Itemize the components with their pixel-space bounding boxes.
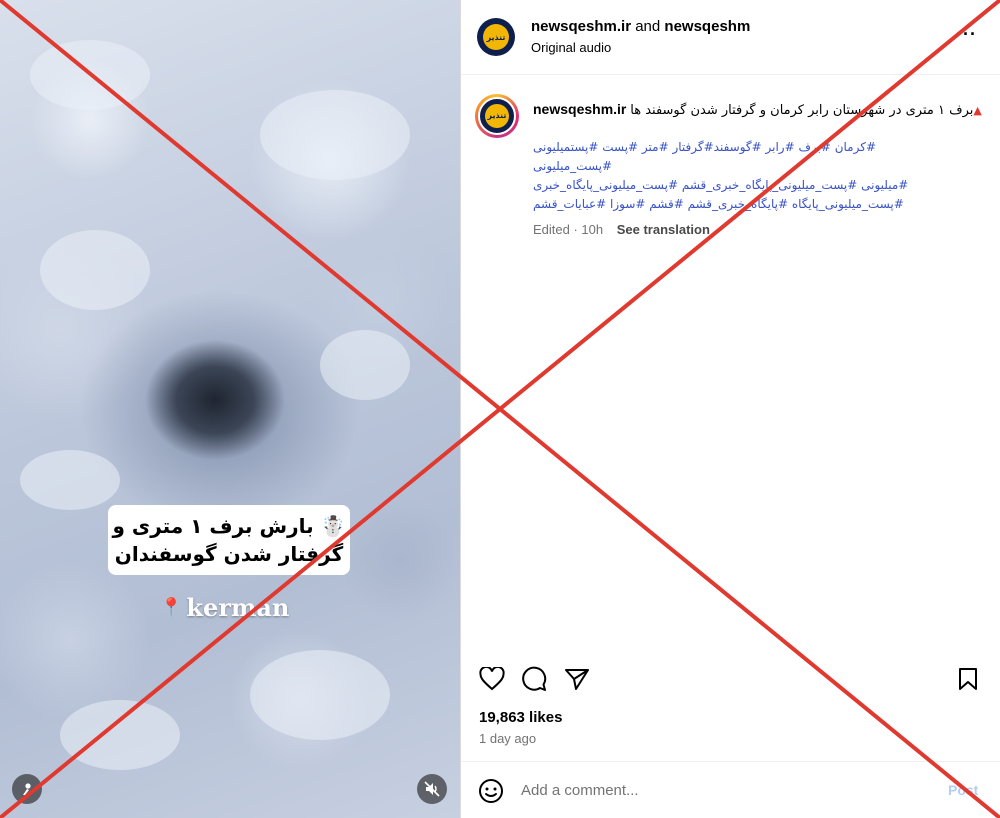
action-bar xyxy=(461,660,1000,700)
avatar-logo-text: تنذیر xyxy=(487,111,507,121)
speaker-muted-icon xyxy=(424,781,440,797)
hashtag-line[interactable]: #کرمان #برف #رابر #گوسفند#گرفتار #متر #پ… xyxy=(533,138,933,176)
caption-block: newsqeshm.ir ▲برف ۱ متری در شهرستان رابر… xyxy=(533,100,982,237)
video-caption-line2: گرفتار شدن گوسفندان xyxy=(114,542,344,566)
comment-icon xyxy=(522,666,547,691)
location-pin-icon: 📍 xyxy=(160,596,183,618)
location-label: kerman xyxy=(186,592,290,622)
location-tag: 📍 kerman xyxy=(160,590,289,624)
person-icon xyxy=(23,783,31,795)
likes-count[interactable]: 19,863 likes xyxy=(479,709,562,726)
avatar-logo: تنذیر xyxy=(482,23,510,51)
hashtag-line[interactable]: #میلیونی #پست_میلیونی_پایگاه_خبری_قشم #پ… xyxy=(533,176,933,195)
avatar-logo-text: تنذیر xyxy=(486,32,506,42)
video-caption-card: ☃️ بارش برف ۱ متری و گرفتار شدن گوسفندان xyxy=(108,505,350,575)
snow-texture xyxy=(20,450,120,510)
like-button[interactable] xyxy=(477,664,507,694)
snow-texture xyxy=(60,700,180,770)
snow-texture xyxy=(320,330,410,400)
caption-text: ▲برف ۱ متری در شهرستان رابر کرمان و گرفت… xyxy=(630,103,982,118)
video-player[interactable]: ☃️ بارش برف ۱ متری و گرفتار شدن گوسفندان… xyxy=(0,0,460,818)
snow-texture xyxy=(260,90,410,180)
mute-toggle-button[interactable] xyxy=(417,774,447,804)
caption-avatar: تنذیر xyxy=(478,97,516,135)
original-audio-link[interactable]: Original audio xyxy=(531,40,611,55)
hashtag-line[interactable]: #پست_میلیونی_پایگاه #پایگاه_خبری_قشم #قش… xyxy=(533,195,933,214)
comment-bar: Post xyxy=(461,761,1000,818)
header-account2-link[interactable]: newsqeshm xyxy=(664,18,750,35)
bookmark-icon xyxy=(959,668,977,690)
snow-texture xyxy=(40,230,150,310)
triangle-marker-icon: ▲ xyxy=(973,104,982,117)
hashtag-list: #کرمان #برف #رابر #گوسفند#گرفتار #متر #پ… xyxy=(533,138,933,214)
avatar-logo: تنذیر xyxy=(485,104,509,128)
post-comment-button[interactable]: Post xyxy=(948,782,978,798)
caption-first-line: newsqeshm.ir ▲برف ۱ متری در شهرستان رابر… xyxy=(533,100,982,120)
caption-username-link[interactable]: newsqeshm.ir xyxy=(533,101,626,117)
post-header: تنذیر newsqeshm.ir and newsqeshm Origina… xyxy=(461,0,1000,75)
comment-button[interactable] xyxy=(519,664,549,694)
see-translation-link[interactable]: See translation xyxy=(617,222,710,237)
header-avatar[interactable]: تنذیر xyxy=(477,18,515,56)
header-joiner: and xyxy=(635,18,661,35)
snow-texture xyxy=(250,650,390,740)
post-age: 1 day ago xyxy=(479,731,537,746)
header-account1-link[interactable]: newsqeshm.ir xyxy=(531,18,631,35)
video-caption-line1: ☃️ بارش برف ۱ متری و xyxy=(112,514,346,538)
caption-meta: Edited · 10h See translation xyxy=(533,222,973,237)
emoji-button[interactable] xyxy=(478,778,504,804)
save-button[interactable] xyxy=(953,664,983,694)
caption-avatar-story-ring[interactable]: تنذیر xyxy=(475,94,519,138)
share-button[interactable] xyxy=(562,664,592,694)
audio-attribution-button[interactable] xyxy=(12,774,42,804)
snow-texture xyxy=(30,40,150,110)
heart-icon xyxy=(479,667,505,691)
caption-body: برف ۱ متری در شهرستان رابر کرمان و گرفتا… xyxy=(630,103,974,118)
edited-timestamp: Edited · 10h xyxy=(533,222,604,237)
comment-input[interactable] xyxy=(521,776,921,804)
post-panel: تنذیر newsqeshm.ir and newsqeshm Origina… xyxy=(460,0,1000,818)
send-icon xyxy=(565,669,589,690)
smiley-icon xyxy=(479,779,503,803)
header-accounts: newsqeshm.ir and newsqeshm xyxy=(531,18,750,35)
more-options-button[interactable]: ··· xyxy=(956,24,977,45)
